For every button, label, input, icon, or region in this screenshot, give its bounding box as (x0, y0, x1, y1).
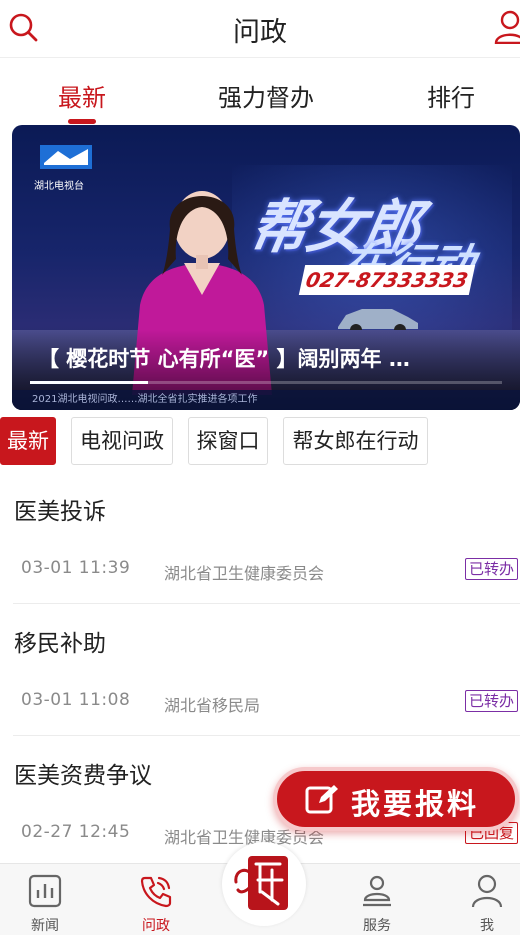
station-logo: 湖北电视台 (34, 141, 114, 193)
user-icon[interactable] (494, 10, 520, 44)
item-title: 医美资费争议 (14, 763, 152, 789)
phone-icon (140, 876, 172, 908)
banner-carousel[interactable]: 湖北电视台 帮女郎 在行动 027-87333333 【 樱花时节 心有所“医”… (12, 125, 520, 410)
list-item[interactable]: 医美投诉 03-01 11:39 湖北省卫生健康委员会 已转办 (0, 472, 520, 604)
nav-label: 服务 (363, 918, 391, 934)
hotline-number: 027-87333333 (298, 265, 476, 295)
nav-service[interactable]: 服务 (337, 864, 417, 935)
app-header: 问政 (0, 0, 520, 58)
item-title: 移民补助 (14, 631, 106, 657)
tab-latest[interactable]: 最新 (58, 78, 106, 113)
nav-label: 新闻 (31, 918, 59, 934)
profile-icon (471, 874, 503, 908)
item-time: 02-27 12:45 (21, 822, 131, 842)
item-time: 03-01 11:08 (21, 690, 131, 710)
status-badge: 已转办 (464, 690, 518, 712)
report-button[interactable]: 我要报料 (273, 767, 519, 831)
tab-supervision[interactable]: 强力督办 (218, 78, 314, 113)
carousel-progress (30, 381, 502, 384)
active-tab-indicator (68, 119, 96, 124)
nav-label: 我 (480, 918, 494, 934)
station-logo-icon (40, 145, 92, 169)
nav-label: 问政 (142, 918, 170, 934)
page-title: 问政 (233, 17, 287, 48)
item-time: 03-01 11:39 (21, 558, 131, 578)
news-ticker: 2021湖北电视问政……湖北全省扎实推进各项工作 (12, 390, 520, 410)
item-department: 湖北省卫生健康委员会 (164, 564, 325, 583)
bottom-nav: 新闻 问政 服务 我 (0, 842, 520, 935)
top-tabs: 最新 强力督办 排行 (0, 62, 520, 124)
news-icon (28, 874, 62, 908)
nav-center-logo[interactable] (222, 842, 306, 926)
chip-tv-inquiry[interactable]: 电视问政 (71, 417, 173, 465)
report-button-label: 我要报料 (351, 787, 480, 821)
category-chips: 最新 电视问政 探窗口 帮女郎在行动 (0, 417, 520, 467)
item-title: 医美投诉 (14, 499, 106, 525)
service-icon (363, 875, 391, 907)
nav-profile[interactable]: 我 (447, 864, 520, 935)
tab-ranking[interactable]: 排行 (427, 78, 475, 113)
carousel-progress-fill (30, 381, 148, 384)
seal-logo-icon (234, 856, 288, 910)
status-badge: 已转办 (464, 558, 518, 580)
chip-latest[interactable]: 最新 (0, 417, 56, 465)
list-item[interactable]: 移民补助 03-01 11:08 湖北省移民局 已转办 (0, 604, 520, 736)
chip-help-girls[interactable]: 帮女郎在行动 (283, 417, 428, 465)
item-department: 湖北省移民局 (164, 696, 261, 715)
nav-news[interactable]: 新闻 (5, 864, 85, 935)
chip-window-visit[interactable]: 探窗口 (188, 417, 268, 465)
edit-icon (305, 785, 338, 814)
nav-inquiry[interactable]: 问政 (116, 864, 196, 935)
banner-caption: 【 樱花时节 心有所“医” 】阔别两年 … (38, 347, 410, 371)
station-logo-text: 湖北电视台 (34, 181, 84, 192)
